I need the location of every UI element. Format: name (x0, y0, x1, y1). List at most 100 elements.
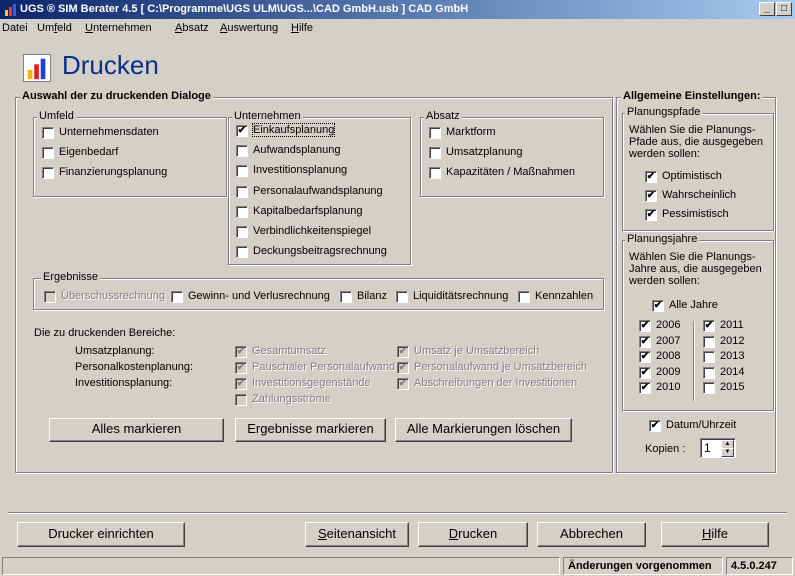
mark-all-button[interactable]: Alles markieren (49, 418, 224, 442)
checkbox-label: 2010 (656, 381, 681, 393)
menu-bar: Datei Umfeld Unternehmen Absatz Auswertu… (0, 20, 795, 38)
ergebnisse-label: Ergebnisse (41, 271, 101, 283)
menu-unternehmen[interactable]: Unternehmen (85, 22, 152, 34)
checkbox-box[interactable] (429, 147, 441, 159)
checkbox-box[interactable]: ✔ (236, 125, 248, 137)
checkbox-label: Liquiditätsrechnung (413, 290, 509, 302)
checkbox-box[interactable]: ✔ (639, 320, 651, 332)
planungspfade-label: Planungspfade (625, 106, 703, 118)
menu-unternehmen-post: nternehmen (92, 22, 152, 34)
years-divider (693, 321, 694, 401)
checkbox-label: Gewinn- und Verlusrechnung (188, 290, 330, 302)
checkbox-label: Personalaufwandsplanung (253, 184, 383, 197)
checkbox-box[interactable] (236, 226, 248, 238)
checkbox-label: 2009 (656, 365, 681, 378)
checkbox-box[interactable] (236, 205, 248, 218)
print-button[interactable]: Drucken (418, 522, 528, 547)
window-title: UGS ® SIM Berater 4.5 [ C:\Programme\UGS… (20, 3, 469, 15)
help-button[interactable]: Hilfe (661, 522, 769, 547)
checkbox-label: 2012 (720, 334, 745, 347)
selection-title: Auswahl der zu druckenden Dialoge (20, 90, 213, 102)
checkbox-label: Marktform (446, 126, 496, 138)
checkbox-box: ✔ (235, 378, 247, 390)
status-panel-empty (2, 557, 560, 575)
checkbox-label: Alle Jahre (669, 299, 718, 311)
checkbox-box[interactable] (703, 335, 715, 348)
checkbox-box[interactable]: ✔ (703, 320, 715, 332)
checkbox-box[interactable]: ✔ (652, 300, 664, 312)
cancel-button[interactable]: Abbrechen (537, 522, 646, 547)
checkbox-label: 2015 (720, 381, 745, 393)
menu-auswertung[interactable]: Auswertung (220, 22, 278, 34)
checkbox-label: Abschreibungen der Investitionen (414, 377, 578, 389)
checkbox-box[interactable]: ✔ (639, 366, 651, 379)
checkbox-label: Unternehmensdaten (59, 126, 159, 138)
checkbox-label: 2007 (656, 334, 681, 347)
checkbox-box: ✔ (397, 378, 409, 390)
checkbox-box[interactable] (429, 167, 441, 179)
planungsjahre-desc-1: Wählen Sie die Planungs- (629, 251, 756, 263)
checkbox-label: Einkaufsplanung (251, 123, 336, 137)
checkbox-box[interactable] (518, 291, 530, 303)
bar-chart-icon (5, 4, 16, 16)
checkbox-box[interactable]: ✔ (639, 351, 651, 363)
checkbox-box (44, 291, 56, 303)
menu-hilfe-key: H (291, 22, 299, 34)
bottom-separator (8, 512, 787, 514)
menu-auswertung-post: uswertung (227, 22, 279, 34)
checkbox-box[interactable] (236, 165, 248, 178)
checkbox-box: ✔ (235, 346, 247, 358)
checkbox-box[interactable]: ✔ (645, 190, 657, 202)
settings-title: Allgemeine Einstellungen: (621, 90, 763, 102)
checkbox-box[interactable] (340, 291, 352, 303)
checkbox-label: Datum/Uhrzeit (666, 419, 737, 431)
checkbox-label: Bilanz (357, 290, 387, 302)
menu-datei[interactable]: Datei (2, 22, 28, 34)
menu-umfeld[interactable]: Umfeld (37, 22, 72, 34)
checkbox-box[interactable] (429, 127, 441, 139)
planungspfade-desc-3: werden sollen: (629, 148, 700, 160)
kopien-spinner[interactable]: 1 ▲ ▼ (700, 438, 736, 458)
menu-absatz-post: bsatz (182, 22, 209, 34)
printer-setup-button[interactable]: Drucker einrichten (17, 522, 185, 547)
checkbox-box[interactable]: ✔ (639, 382, 651, 394)
checkbox-box[interactable] (236, 185, 248, 198)
checkbox-label: Umsatz je Umsatzbereich (414, 345, 540, 357)
checkbox-box[interactable] (236, 145, 248, 158)
checkbox-box[interactable] (703, 351, 715, 363)
checkbox-label: Überschussrechnung (61, 290, 165, 302)
unternehmen-label: Unternehmen (232, 110, 303, 122)
umfeld-label: Umfeld (37, 110, 76, 122)
spin-down-icon[interactable]: ▼ (721, 448, 734, 457)
checkbox-box[interactable] (42, 127, 54, 139)
checkbox-box[interactable] (42, 147, 54, 159)
status-message: Änderungen vorgenommen (563, 557, 723, 575)
menu-absatz[interactable]: Absatz (175, 22, 209, 34)
checkbox-box[interactable] (236, 246, 248, 259)
checkbox-box[interactable] (396, 291, 408, 303)
status-version: 4.5.0.247 (726, 557, 793, 575)
title-bar[interactable]: UGS ® SIM Berater 4.5 [ C:\Programme\UGS… (0, 0, 795, 19)
checkbox-label: Pauschaler Personalaufwand (252, 361, 396, 373)
checkbox-label: Kennzahlen (535, 290, 594, 302)
checkbox-box[interactable] (703, 366, 715, 379)
checkbox-box[interactable] (42, 167, 54, 179)
checkbox-label: 2008 (656, 350, 681, 362)
mark-results-button[interactable]: Ergebnisse markieren (235, 418, 386, 442)
checkbox-box[interactable]: ✔ (645, 171, 657, 183)
checkbox-label: 2006 (656, 319, 681, 331)
checkbox-box[interactable]: ✔ (645, 209, 657, 221)
checkbox-box (235, 394, 247, 406)
checkbox-label: Pessimistisch (662, 208, 729, 220)
checkbox-box[interactable]: ✔ (649, 420, 661, 432)
checkbox-box[interactable]: ✔ (639, 335, 651, 348)
preview-button[interactable]: Seitenansicht (305, 522, 409, 547)
clear-marks-button[interactable]: Alle Markierungen löschen (395, 418, 572, 442)
minimize-button[interactable]: _ (759, 2, 775, 16)
menu-hilfe[interactable]: Hilfe (291, 22, 313, 34)
checkbox-box[interactable] (171, 291, 183, 303)
checkbox-box[interactable] (703, 382, 715, 394)
maximize-button[interactable]: □ (776, 2, 792, 16)
checkbox-label: Deckungsbeitragsrechnung (253, 245, 387, 258)
checkbox-label: Optimistisch (662, 170, 722, 182)
